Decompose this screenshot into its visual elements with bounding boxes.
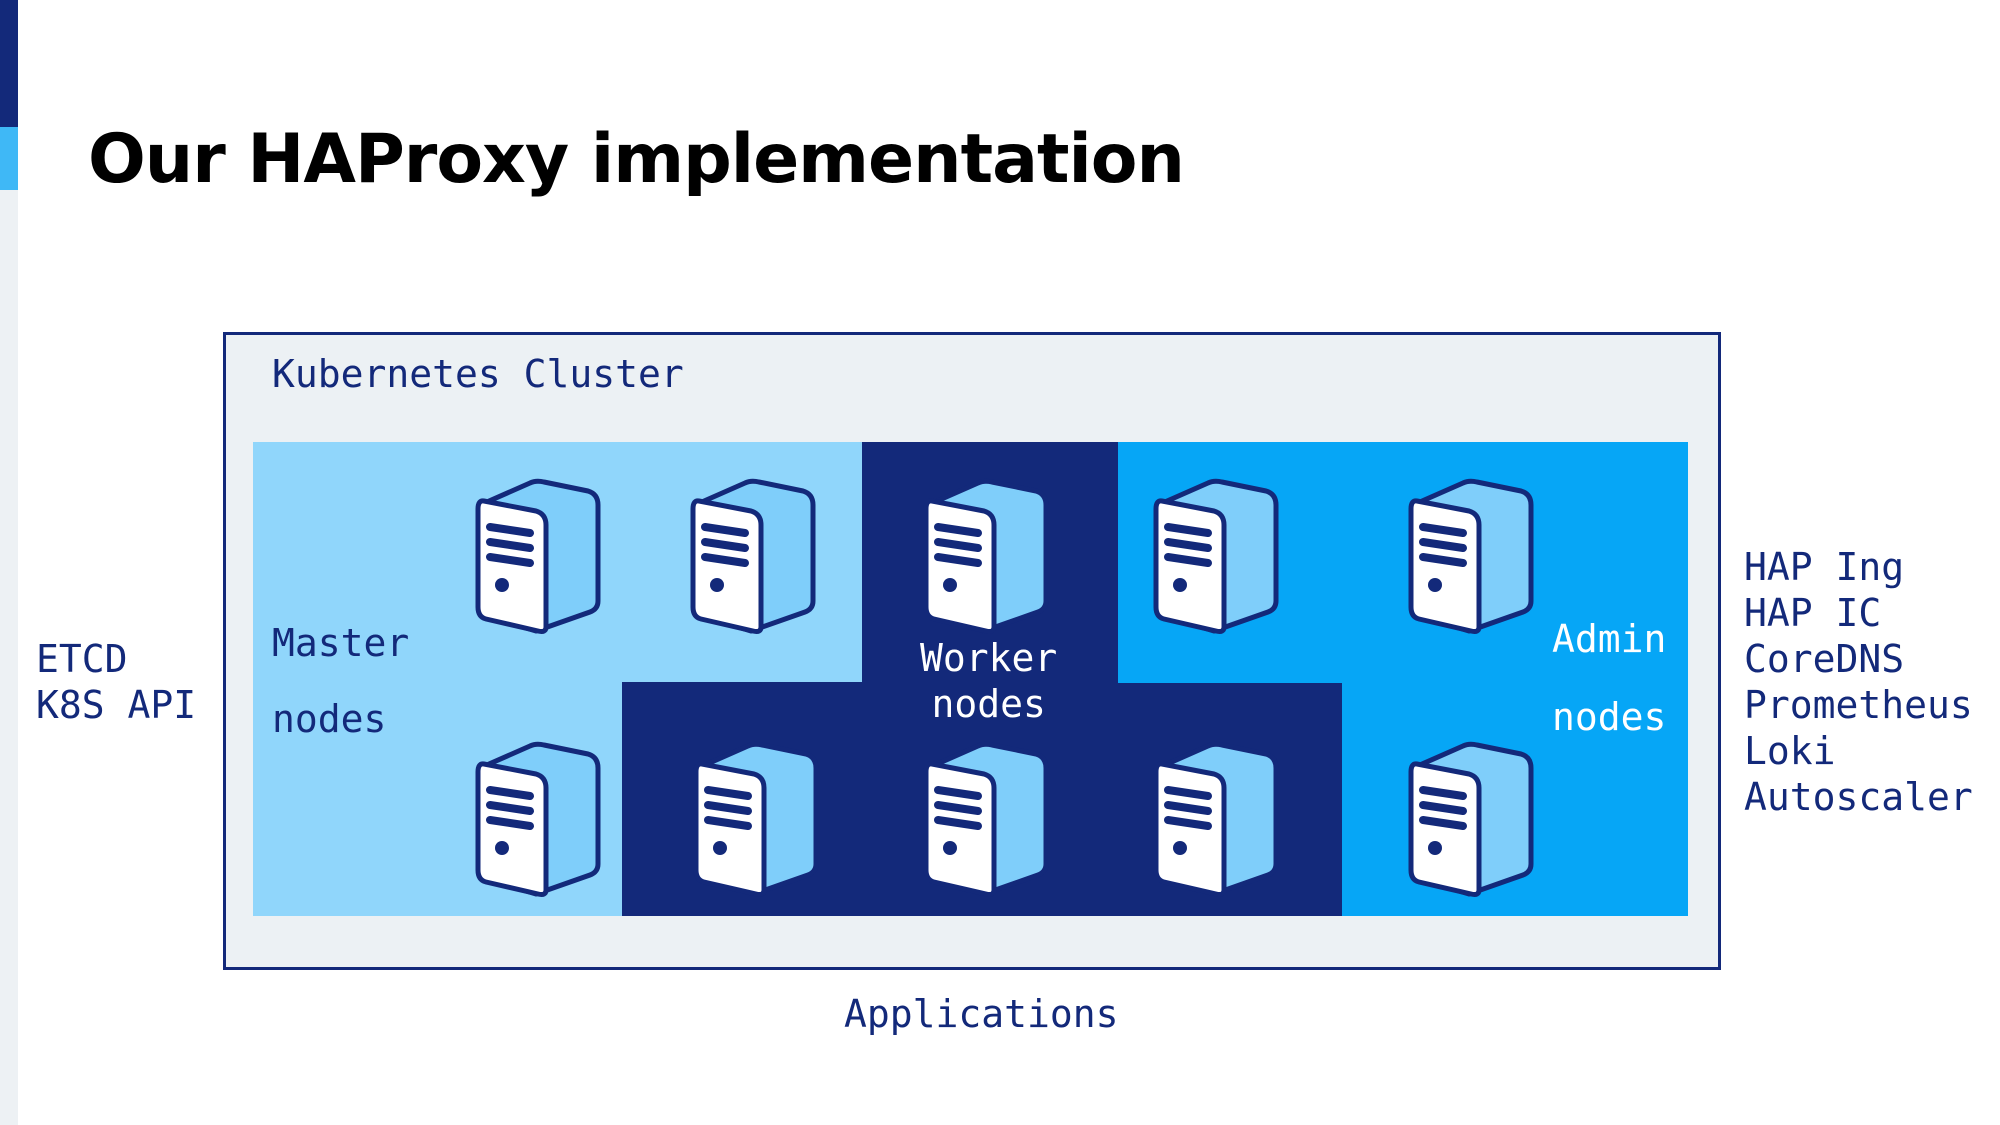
server-icon-worker bbox=[918, 730, 1050, 900]
server-icon-worker bbox=[1148, 730, 1280, 900]
worker-label-line1: Worker bbox=[920, 636, 1058, 680]
server-icon-admin bbox=[1148, 467, 1280, 637]
admin-label-line1: Admin bbox=[1552, 617, 1667, 661]
accent-bar-light bbox=[0, 127, 18, 190]
k8s-api-label: K8S API bbox=[36, 683, 197, 727]
service-label: Autoscaler bbox=[1744, 775, 1973, 819]
worker-nodes-label: Worker nodes bbox=[920, 635, 1057, 727]
server-icon-worker bbox=[918, 467, 1050, 637]
server-icon-master bbox=[470, 467, 602, 637]
master-label-line1: Master bbox=[272, 621, 410, 665]
server-icon-worker bbox=[688, 730, 820, 900]
admin-label-line2: nodes bbox=[1552, 695, 1667, 739]
slide-title: Our HAProxy implementation bbox=[88, 120, 1185, 199]
server-icon-master bbox=[470, 730, 602, 900]
master-nodes-label: Master nodes bbox=[272, 620, 409, 742]
applications-label: Applications bbox=[844, 992, 1119, 1036]
admin-nodes-label: Admin nodes bbox=[1552, 616, 1666, 740]
accent-bar-dark bbox=[0, 0, 18, 127]
service-label: CoreDNS bbox=[1744, 637, 1905, 681]
service-label: HAP Ing bbox=[1744, 545, 1905, 589]
server-icon-admin bbox=[1403, 467, 1535, 637]
service-label: Loki bbox=[1744, 729, 1836, 773]
service-label: Prometheus bbox=[1744, 683, 1973, 727]
server-icon-master bbox=[685, 467, 817, 637]
control-plane-labels: ETCD K8S API bbox=[36, 636, 196, 728]
service-label: HAP IC bbox=[1744, 591, 1882, 635]
server-icon-admin bbox=[1403, 730, 1535, 900]
etcd-label: ETCD bbox=[36, 637, 128, 681]
worker-label-line2: nodes bbox=[931, 682, 1046, 726]
admin-services-labels: HAP Ing HAP IC CoreDNS Prometheus Loki A… bbox=[1744, 544, 1973, 820]
accent-bar-gray bbox=[0, 190, 18, 1125]
master-label-line2: nodes bbox=[272, 697, 387, 741]
cluster-label: Kubernetes Cluster bbox=[272, 352, 684, 396]
